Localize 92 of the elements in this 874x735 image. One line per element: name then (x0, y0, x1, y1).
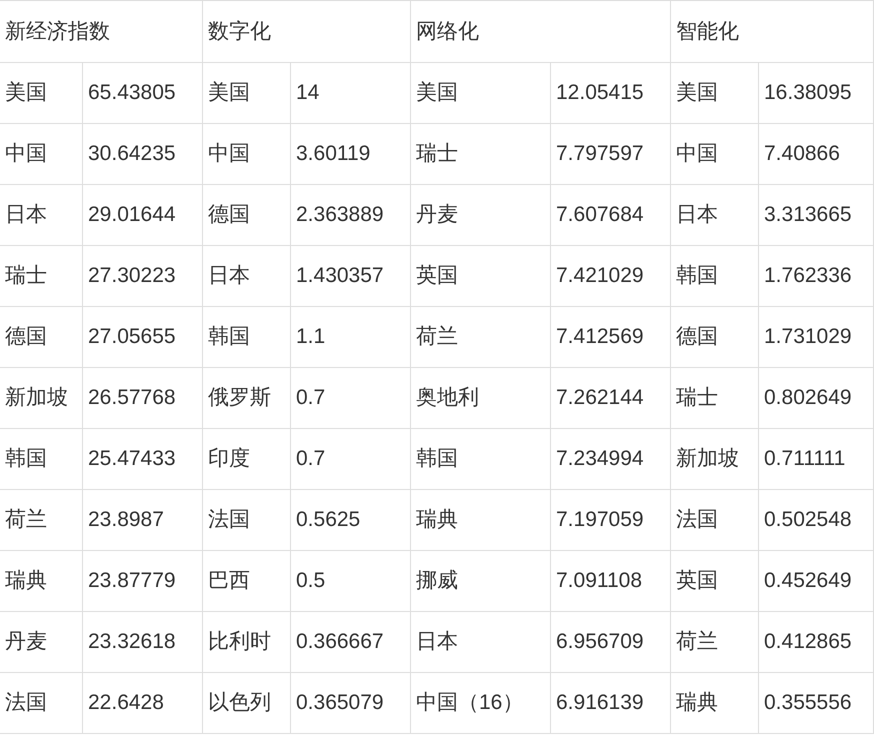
table-cell: 7.262144 (551, 368, 671, 429)
table-cell: 1.731029 (759, 307, 874, 368)
table-cell: 26.57768 (83, 368, 203, 429)
table-cell: 23.87779 (83, 551, 203, 612)
table-cell: 0.802649 (759, 368, 874, 429)
table-cell: 巴西 (203, 551, 291, 612)
table-cell: 0.502548 (759, 490, 874, 551)
table-cell: 7.607684 (551, 185, 671, 246)
table-cell: 0.7 (291, 368, 411, 429)
table-cell: 荷兰 (0, 490, 83, 551)
table-cell: 瑞士 (671, 368, 759, 429)
table-cell: 中国 (671, 124, 759, 185)
table-cell: 14 (291, 63, 411, 124)
table-cell: 丹麦 (411, 185, 551, 246)
table-cell: 1.1 (291, 307, 411, 368)
table-cell: 瑞士 (0, 246, 83, 307)
table-cell: 日本 (671, 185, 759, 246)
table-cell: 德国 (671, 307, 759, 368)
header-cell: 新经济指数 (0, 1, 203, 63)
table-cell: 22.6428 (83, 673, 203, 734)
table-cell: 荷兰 (411, 307, 551, 368)
table-cell: 奥地利 (411, 368, 551, 429)
table-cell: 7.091108 (551, 551, 671, 612)
table-cell: 中国 (0, 124, 83, 185)
table-cell: 丹麦 (0, 612, 83, 673)
table-cell: 中国（16） (411, 673, 551, 734)
table-cell: 7.412569 (551, 307, 671, 368)
table-cell: 韩国 (0, 429, 83, 490)
table-cell: 0.5625 (291, 490, 411, 551)
table-cell: 27.30223 (83, 246, 203, 307)
table-cell: 0.7 (291, 429, 411, 490)
table-cell: 瑞典 (411, 490, 551, 551)
table-cell: 韩国 (671, 246, 759, 307)
table-cell: 俄罗斯 (203, 368, 291, 429)
table-cell: 中国 (203, 124, 291, 185)
table-cell: 0.452649 (759, 551, 874, 612)
table-cell: 日本 (0, 185, 83, 246)
header-cell: 网络化 (411, 1, 671, 63)
table-cell: 12.05415 (551, 63, 671, 124)
header-cell: 数字化 (203, 1, 411, 63)
table-cell: 新加坡 (671, 429, 759, 490)
table-cell: 0.5 (291, 551, 411, 612)
table-cell: 法国 (0, 673, 83, 734)
table-cell: 7.40866 (759, 124, 874, 185)
table-cell: 比利时 (203, 612, 291, 673)
table-cell: 2.363889 (291, 185, 411, 246)
table-cell: 德国 (203, 185, 291, 246)
table-cell: 0.366667 (291, 612, 411, 673)
table-cell: 7.797597 (551, 124, 671, 185)
table-cell: 7.421029 (551, 246, 671, 307)
table-cell: 法国 (203, 490, 291, 551)
table-cell: 1.762336 (759, 246, 874, 307)
table-cell: 挪威 (411, 551, 551, 612)
table-cell: 1.430357 (291, 246, 411, 307)
table-cell: 7.234994 (551, 429, 671, 490)
table-cell: 美国 (411, 63, 551, 124)
table-cell: 韩国 (411, 429, 551, 490)
table-cell: 3.313665 (759, 185, 874, 246)
table-cell: 印度 (203, 429, 291, 490)
table-cell: 日本 (411, 612, 551, 673)
table-cell: 25.47433 (83, 429, 203, 490)
table-cell: 瑞士 (411, 124, 551, 185)
table-cell: 3.60119 (291, 124, 411, 185)
table-cell: 美国 (203, 63, 291, 124)
table-cell: 0.412865 (759, 612, 874, 673)
table-cell: 6.916139 (551, 673, 671, 734)
table-cell: 27.05655 (83, 307, 203, 368)
table-cell: 英国 (671, 551, 759, 612)
table-cell: 0.365079 (291, 673, 411, 734)
table-cell: 瑞典 (0, 551, 83, 612)
table-cell: 16.38095 (759, 63, 874, 124)
table-cell: 美国 (0, 63, 83, 124)
table-cell: 以色列 (203, 673, 291, 734)
table-cell: 23.8987 (83, 490, 203, 551)
table-cell: 0.711111 (759, 429, 874, 490)
table-cell: 英国 (411, 246, 551, 307)
table-cell: 美国 (671, 63, 759, 124)
table-cell: 韩国 (203, 307, 291, 368)
header-cell: 智能化 (671, 1, 874, 63)
table-cell: 德国 (0, 307, 83, 368)
table-cell: 新加坡 (0, 368, 83, 429)
table-cell: 6.956709 (551, 612, 671, 673)
table-cell: 7.197059 (551, 490, 671, 551)
table-cell: 30.64235 (83, 124, 203, 185)
table-cell: 23.32618 (83, 612, 203, 673)
table-cell: 65.43805 (83, 63, 203, 124)
table-cell: 法国 (671, 490, 759, 551)
table-cell: 29.01644 (83, 185, 203, 246)
table-cell: 日本 (203, 246, 291, 307)
table-cell: 荷兰 (671, 612, 759, 673)
table-cell: 瑞典 (671, 673, 759, 734)
table-cell: 0.355556 (759, 673, 874, 734)
